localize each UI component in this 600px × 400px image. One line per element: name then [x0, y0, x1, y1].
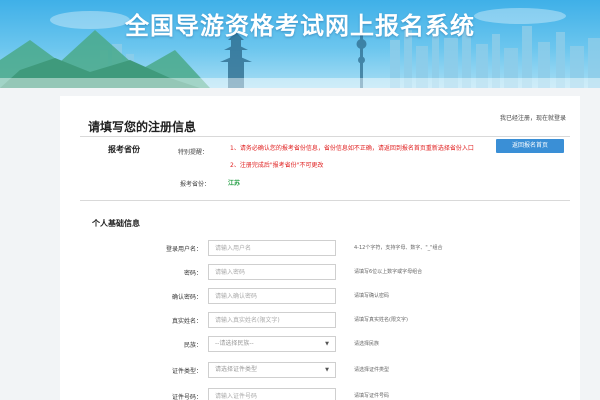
username-hint: 4-12个字符，支持字母、数字、"_"组合: [354, 245, 443, 251]
login-link[interactable]: 我已经注册，现在就登录: [500, 113, 566, 122]
form-row-username: 登录用户名： 4-12个字符，支持字母、数字、"_"组合: [60, 240, 580, 256]
id-type-hint: 请选择证件类型: [354, 367, 390, 373]
province-section-label: 报考省份: [108, 145, 140, 154]
form-row-id-number: 证件号码： 请填写证件号码: [60, 388, 580, 400]
ethnicity-hint: 请选择民族: [354, 341, 380, 347]
notice-label: 特别提醒：: [177, 149, 208, 156]
id-number-label: 证件号码：: [171, 394, 202, 400]
form-row-ethnicity: 民族： --请选择民族-- ▼ 请选择民族: [60, 336, 580, 352]
chevron-down-icon: ▼: [325, 367, 329, 373]
confirm-password-label: 确认密码：: [171, 294, 202, 301]
id-number-hint: 请填写证件号码: [354, 393, 390, 399]
confirm-password-input[interactable]: [208, 288, 336, 304]
id-type-label: 证件类型：: [171, 368, 202, 375]
personal-section-label: 个人基础信息: [92, 219, 140, 228]
divider: [80, 136, 570, 137]
ethnicity-select[interactable]: --请选择民族-- ▼: [208, 336, 336, 352]
password-label: 密码：: [183, 270, 202, 277]
username-label: 登录用户名：: [165, 246, 202, 253]
page-title: 请填写您的注册信息: [88, 120, 197, 134]
province-value: 江苏: [228, 180, 241, 187]
province-label: 报考省份：: [179, 181, 210, 188]
real-name-hint: 请填写真实姓名(限文字): [354, 317, 408, 323]
real-name-label: 真实姓名：: [171, 318, 202, 325]
real-name-input[interactable]: [208, 312, 336, 328]
back-to-home-button[interactable]: 返回报名首页: [496, 139, 564, 153]
form-row-confirm-password: 确认密码： 请填写确认密码: [60, 288, 580, 304]
password-hint: 请填写6位以上数字或字母组合: [354, 269, 423, 275]
notice-line-1: 1、请务必确认您的报考省份信息，省份信息如不正确，请返回到报名首页重新选择省份入…: [230, 145, 474, 152]
notice-line-2: 2、注册完成后"报考省份"不可更改: [230, 162, 324, 169]
form-row-password: 密码： 请填写6位以上数字或字母组合: [60, 264, 580, 280]
id-type-select-value: 请选择证件类型: [215, 366, 258, 373]
id-number-input[interactable]: [208, 388, 336, 400]
form-row-real-name: 真实姓名： 请填写真实姓名(限文字): [60, 312, 580, 328]
password-input[interactable]: [208, 264, 336, 280]
id-type-select[interactable]: 请选择证件类型 ▼: [208, 362, 336, 378]
header-banner: 全国导游资格考试网上报名系统: [0, 0, 600, 88]
system-title: 全国导游资格考试网上报名系统: [125, 12, 475, 40]
form-row-id-type: 证件类型： 请选择证件类型 ▼ 请选择证件类型: [60, 362, 580, 378]
confirm-password-hint: 请填写确认密码: [354, 293, 390, 299]
ethnicity-label: 民族：: [183, 342, 202, 349]
divider: [80, 200, 570, 201]
username-input[interactable]: [208, 240, 336, 256]
registration-card: 请填写您的注册信息 我已经注册，现在就登录 报考省份 特别提醒： 1、请务必确认…: [60, 96, 580, 400]
chevron-down-icon: ▼: [325, 341, 329, 347]
ethnicity-select-value: --请选择民族--: [215, 340, 254, 347]
